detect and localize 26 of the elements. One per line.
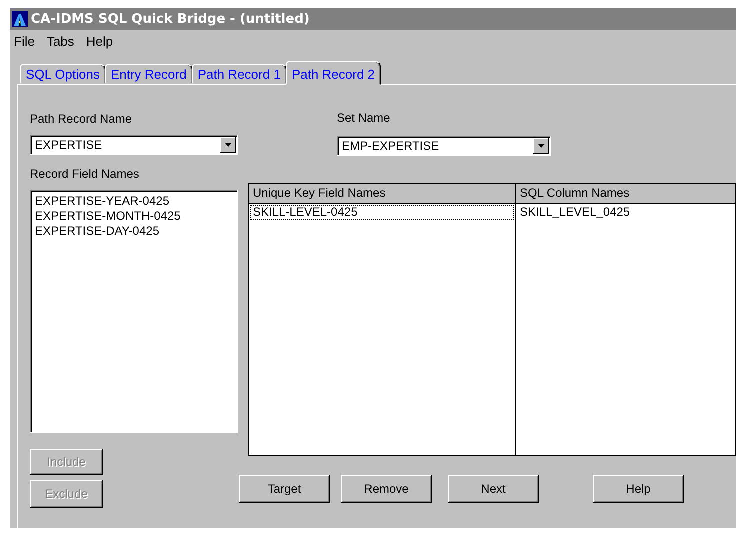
next-button[interactable]: Next <box>448 475 539 503</box>
column-header: Unique Key Field Names <box>249 184 516 204</box>
menu-item[interactable]: File <box>13 34 36 48</box>
menu-item[interactable]: Tabs <box>46 34 76 48</box>
app-icon <box>12 11 28 27</box>
window-title: CA-IDMS SQL Quick Bridge - (untitled) <box>31 12 310 26</box>
table-cell[interactable]: SKILL-LEVEL-0425 <box>250 205 514 220</box>
dropdown[interactable]: EMP-EXPERTISE <box>337 136 551 156</box>
menu-item[interactable]: Help <box>85 34 114 48</box>
tab[interactable]: Path Record 1 <box>192 64 287 84</box>
tab[interactable]: Entry Record <box>104 64 193 84</box>
tab[interactable]: SQL Options <box>20 64 106 84</box>
dropdown[interactable]: EXPERTISE <box>30 135 238 155</box>
list-box[interactable]: EXPERTISE-YEAR-0425 EXPERTISE-MONTH-0425 EXPERTISE-DAY-0425 <box>30 190 238 433</box>
field-label: Record Field Names <box>30 167 140 182</box>
list-item[interactable]: EXPERTISE-MONTH-0425 <box>35 209 233 224</box>
tab[interactable]: Path Record 2 <box>286 61 382 85</box>
help-button[interactable]: Help <box>593 475 684 503</box>
column-header: SQL Column Names <box>516 184 736 204</box>
field-label: Set Name <box>337 111 392 126</box>
table-cell[interactable]: SKILL_LEVEL_0425 <box>517 205 734 220</box>
list-item[interactable]: EXPERTISE-YEAR-0425 <box>35 194 233 209</box>
target-button[interactable]: Target <box>239 475 330 503</box>
field-label: Path Record Name <box>30 112 134 127</box>
remove-button[interactable]: Remove <box>341 475 432 503</box>
list-item[interactable]: EXPERTISE-DAY-0425 <box>35 224 233 239</box>
